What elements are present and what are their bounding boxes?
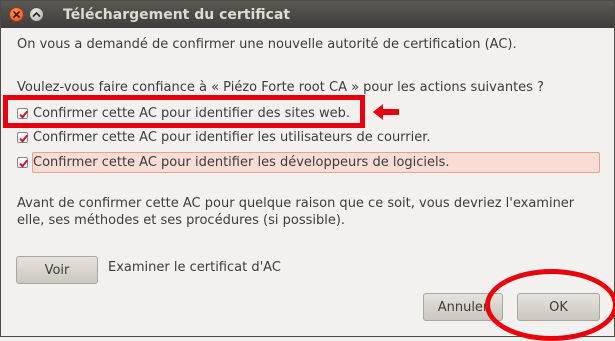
checkmark-icon — [19, 134, 28, 143]
view-certificate-caption: Examiner le certificat d'AC — [108, 260, 281, 275]
view-button[interactable]: Voir — [16, 256, 98, 284]
annotation-highlight-ellipse — [485, 269, 615, 341]
close-icon[interactable] — [9, 7, 24, 22]
title-bar: Téléchargement du certificat — [1, 1, 614, 28]
option-mail-users-label: Confirmer cette AC pour identifier les u… — [33, 129, 431, 145]
trust-question: Voulez-vous faire confiance à « Piézo Fo… — [17, 80, 544, 95]
checkbox-software-developers[interactable] — [17, 156, 28, 168]
arrow-left-icon — [373, 104, 399, 120]
option-software-developers[interactable]: Confirmer cette AC pour identifier les d… — [17, 152, 450, 172]
annotation-highlight-box — [3, 95, 365, 128]
checkbox-mail-users[interactable] — [17, 131, 28, 143]
advice-text-line2: elle, ses méthodes et ses procédures (si… — [17, 213, 346, 228]
checkmark-icon — [19, 159, 28, 168]
maximize-icon[interactable] — [29, 7, 44, 22]
option-mail-users[interactable]: Confirmer cette AC pour identifier les u… — [17, 127, 431, 147]
certificate-download-dialog: Téléchargement du certificat On vous a d… — [0, 0, 615, 341]
option-software-developers-label: Confirmer cette AC pour identifier les d… — [33, 154, 450, 170]
advice-text-line1: Avant de confirmer cette AC pour quelque… — [17, 196, 575, 211]
intro-text: On vous a demandé de confirmer une nouve… — [17, 37, 517, 52]
window-title: Téléchargement du certificat — [63, 7, 291, 23]
